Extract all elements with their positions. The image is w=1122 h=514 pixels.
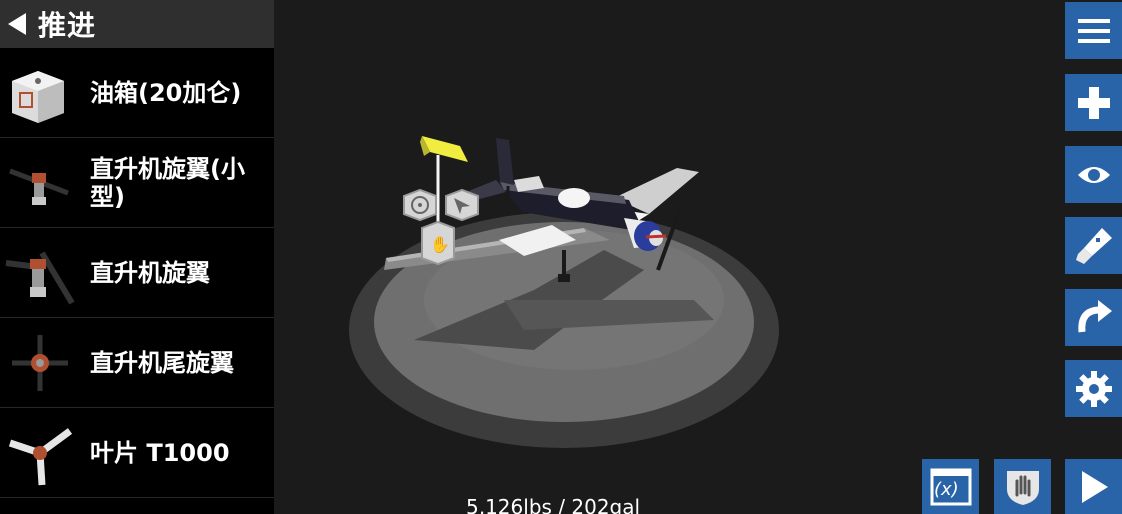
back-arrow-icon [8, 13, 26, 35]
part-list: 油箱(20加仑) 直升机旋翼(小型) 直升机旋翼 直升机尾旋翼 叶片 T1000 [0, 48, 274, 498]
eye-icon [1077, 166, 1110, 183]
part-item-propeller[interactable]: 叶片 T1000 [0, 408, 274, 498]
part-item-fuel-tank[interactable]: 油箱(20加仑) [0, 48, 274, 138]
part-label: 油箱(20加仑) [90, 78, 242, 107]
build-viewport[interactable]: ✋ [274, 0, 1065, 514]
paintbrush-icon [1075, 227, 1112, 264]
tail-rotor-icon [2, 323, 78, 403]
part-label: 直升机旋翼 [90, 258, 210, 287]
canopy [558, 188, 590, 208]
hamburger-icon [1077, 18, 1110, 43]
tail-fin [496, 138, 514, 185]
craft-stats: 5,126lbs / 202gal [466, 495, 641, 514]
play-button[interactable] [1065, 459, 1122, 514]
variables-label: (x) [934, 479, 959, 500]
small-rotor-icon [2, 143, 78, 223]
designer-screen: ✋ 推进 油箱(20加仑) 直升机旋翼(小型) 直升机旋翼 直升机尾旋翼 叶片 … [0, 0, 1122, 514]
gizmo-arrow-handle[interactable] [422, 136, 468, 162]
part-label: 叶片 T1000 [90, 438, 230, 467]
curved-arrow-icon [1077, 299, 1112, 332]
undo-button[interactable] [1065, 289, 1122, 346]
part-item-small-rotor[interactable]: 直升机旋翼(小型) [0, 138, 274, 228]
rotor-icon [2, 233, 78, 313]
part-label: 直升机尾旋翼 [90, 348, 234, 377]
part-item-rotor[interactable]: 直升机旋翼 [0, 228, 274, 318]
add-part-button[interactable] [1065, 74, 1122, 131]
panel-title: 推进 [38, 9, 97, 42]
viewport-canvas[interactable]: ✋ [274, 0, 1065, 514]
parts-panel: 推进 油箱(20加仑) 直升机旋翼(小型) 直升机旋翼 直升机尾旋翼 叶片 T1… [0, 0, 274, 514]
part-item-tail-rotor[interactable]: 直升机尾旋翼 [0, 318, 274, 408]
propeller-icon [2, 413, 78, 493]
panel-back-button[interactable]: 推进 [0, 0, 274, 48]
grab-mode-button[interactable] [994, 459, 1051, 514]
view-button[interactable] [1065, 146, 1122, 203]
svg-text:✋: ✋ [430, 235, 450, 254]
hand-shield-icon [1006, 470, 1039, 505]
paint-button[interactable] [1065, 217, 1122, 274]
play-icon [1081, 470, 1108, 503]
gear-icon [1075, 370, 1112, 407]
settings-button[interactable] [1065, 360, 1122, 417]
plus-icon [1077, 86, 1110, 119]
variables-button[interactable]: (x) [922, 459, 979, 514]
fuel-tank-icon [2, 53, 78, 133]
part-label: 直升机旋翼(小型) [90, 154, 245, 211]
menu-button[interactable] [1065, 2, 1122, 59]
